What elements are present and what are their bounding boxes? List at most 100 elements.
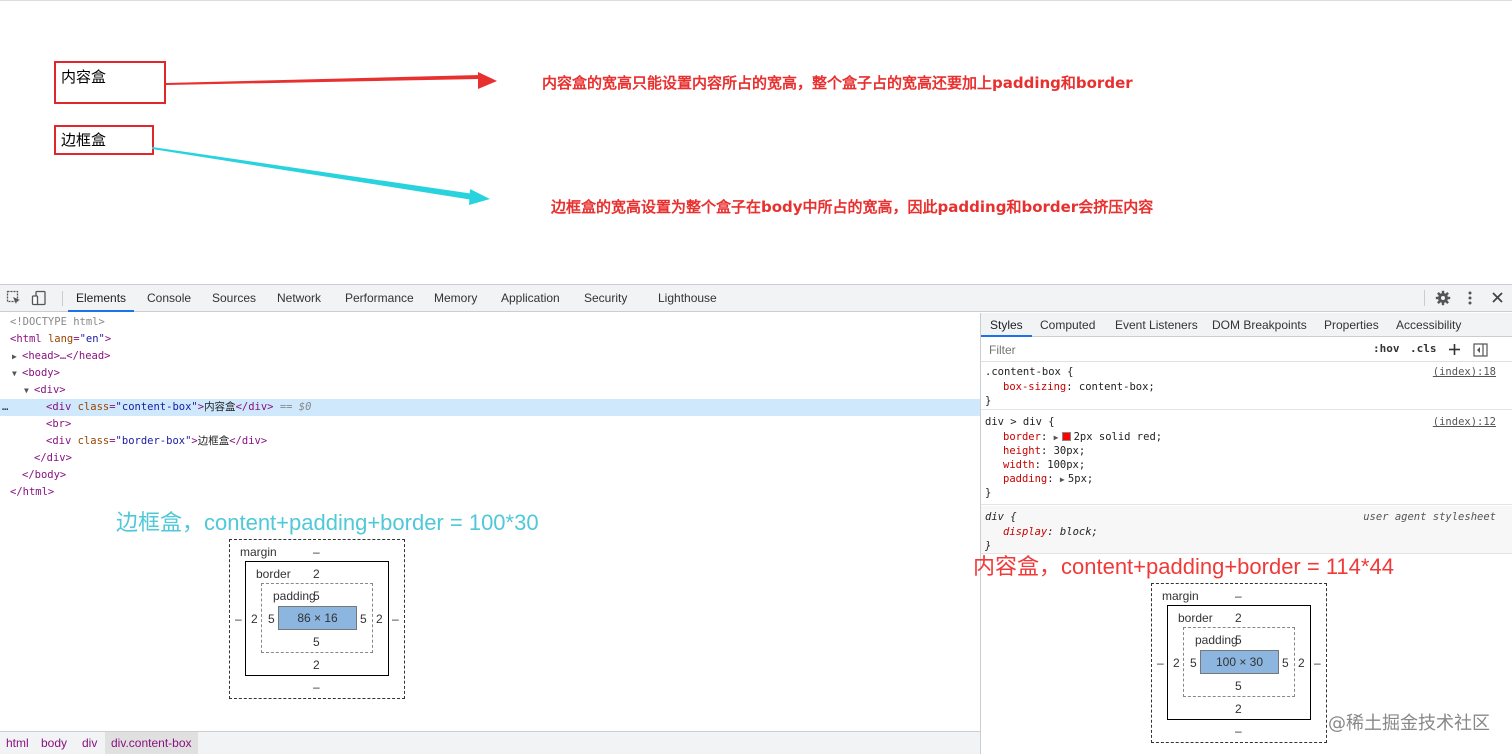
dom-doctype[interactable]: <!DOCTYPE html> (0, 314, 980, 331)
hov-toggle[interactable]: :hov (1373, 342, 1400, 355)
sel-div-open: <div (46, 401, 78, 413)
rule2-decl-height[interactable]: height: 30px; (1003, 444, 1085, 458)
styles-filter-row: :hov .cls (981, 338, 1512, 362)
dom-br[interactable]: <br> (0, 416, 980, 433)
rule2-prop-width: width (1003, 459, 1035, 471)
dom-html-open[interactable]: <html lang="en"> (0, 331, 980, 348)
subtab-event-listeners[interactable]: Event Listeners (1106, 313, 1207, 337)
more-options-icon[interactable] (1464, 290, 1476, 306)
bm-left-margin-top: – (313, 545, 320, 559)
bm-left-padding-right: 5 (360, 612, 367, 626)
tab-console[interactable]: Console (139, 285, 199, 312)
style-rule-content-box: .content-box { (index):18 box-sizing: co… (981, 363, 1512, 410)
expand-border-icon[interactable]: ▶ (1054, 431, 1062, 445)
subtab-dom-breakpoints[interactable]: DOM Breakpoints (1203, 313, 1316, 337)
tab-network[interactable]: Network (269, 285, 329, 312)
bm-left-border-bottom: 2 (313, 658, 320, 672)
rule1-source-link[interactable]: (index):18 (1433, 365, 1496, 379)
rule2-val-padding: 5px; (1067, 473, 1094, 485)
collapse-div-icon[interactable]: ▼ (24, 382, 34, 399)
rule1-decl[interactable]: box-sizing: content-box; (1003, 380, 1155, 394)
breadcrumb-html[interactable]: html (0, 732, 35, 754)
devtools-panel: Elements Console Sources Network Perform… (0, 284, 1512, 754)
rule3-selector: div { (985, 511, 1017, 523)
rule2-prop-padding: padding (1003, 473, 1048, 485)
rule2-decl-width[interactable]: width: 100px; (1003, 458, 1085, 472)
body-tag: <body> (22, 367, 60, 379)
bm-right-margin-bottom: – (1235, 724, 1242, 738)
expand-padding-icon[interactable]: ▶ (1060, 473, 1068, 487)
box-model-content-box: margin – – – – border 2 2 2 2 padding 5 … (1151, 583, 1327, 743)
dom-div-open[interactable]: ▼ <div> (0, 382, 980, 399)
dom-body-close[interactable]: </body> (0, 467, 980, 484)
styles-filter-input[interactable] (985, 341, 1361, 359)
dom-head[interactable]: ▶ <head>…</head> (0, 348, 980, 365)
bm-right-border-label: border (1178, 611, 1213, 625)
color-swatch-red[interactable] (1061, 432, 1071, 441)
bm-right-padding-left: 5 (1190, 656, 1197, 670)
rule3-prop: display (1003, 526, 1048, 538)
bm-left-padding-label: padding (273, 589, 316, 603)
rule1-prop: box-sizing (1003, 381, 1067, 393)
rule2-val-height: 30px; (1053, 445, 1086, 457)
breadcrumb-div[interactable]: div (76, 732, 103, 754)
breadcrumb-body[interactable]: body (35, 732, 73, 754)
inspect-element-icon[interactable] (6, 290, 22, 306)
tab-elements[interactable]: Elements (68, 285, 135, 312)
border-box-note: 边框盒的宽高设置为整个盒子在body中所占的宽高，因此padding和borde… (551, 198, 1154, 216)
tab-memory[interactable]: Memory (426, 285, 485, 312)
settings-gear-icon[interactable] (1435, 290, 1451, 306)
tab-performance[interactable]: Performance (337, 285, 422, 312)
red-arrow (166, 72, 497, 89)
bm-right-margin-top: – (1235, 589, 1242, 603)
bm-left-padding-bottom: 5 (313, 635, 320, 649)
bm-left-padding-left: 5 (268, 612, 275, 626)
selected-row-ellipsis: … (2, 401, 9, 413)
rule2-val-width: 100px; (1047, 459, 1086, 471)
dom-content-box-selected[interactable]: … <div class="content-box">内容盒</div> == $… (0, 399, 980, 416)
sel-div-close: </div> (235, 401, 274, 413)
bm-left-border-left: 2 (251, 612, 258, 626)
rule2-decl-padding[interactable]: padding: ▶ 5px; (1003, 472, 1093, 486)
bm-right-padding-top: 5 (1235, 633, 1242, 647)
subtab-computed[interactable]: Computed (1031, 313, 1104, 337)
dom-html-close[interactable]: </html> (0, 484, 980, 501)
subtab-styles[interactable]: Styles (981, 313, 1032, 337)
cls-toggle[interactable]: .cls (1410, 342, 1437, 355)
bb-class-attr: class (77, 435, 110, 447)
device-toolbar-icon[interactable] (31, 290, 47, 306)
rule2-selector[interactable]: div > div { (985, 415, 1055, 429)
selected-marker: == $0 (273, 401, 312, 413)
rule1-selector[interactable]: .content-box { (985, 365, 1074, 379)
bb-div-close: </div> (229, 435, 268, 447)
tab-application[interactable]: Application (493, 285, 568, 312)
subtab-properties[interactable]: Properties (1315, 313, 1388, 337)
dom-border-box[interactable]: <div class="border-box">边框盒</div> (0, 433, 980, 450)
style-rule-user-agent: div { user agent stylesheet display: blo… (981, 506, 1512, 554)
bm-right-border-left: 2 (1173, 656, 1180, 670)
bm-right-border-right: 2 (1298, 656, 1305, 670)
bb-class-value: "border-box" (115, 435, 192, 447)
rule2-prop-border: border (1003, 431, 1041, 443)
tab-lighthouse[interactable]: Lighthouse (650, 285, 725, 312)
page-viewport: 内容盒 边框盒 内容盒的宽高只能设置内容所占的宽高，整个盒子占的宽高还要加上pa… (0, 0, 1512, 284)
breadcrumb-div-content-box[interactable]: div.content-box (105, 732, 198, 754)
toolbar-separator (62, 291, 63, 306)
collapse-body-icon[interactable]: ▼ (12, 365, 22, 382)
styles-pane: Styles Computed Event Listeners DOM Brea… (973, 313, 1512, 754)
close-devtools-icon[interactable] (1491, 291, 1504, 304)
rule2-source-link[interactable]: (index):12 (1433, 415, 1496, 429)
bm-right-margin-label: margin (1162, 589, 1199, 603)
watermark: @稀土掘金技术社区 (1328, 713, 1490, 734)
tab-security[interactable]: Security (576, 285, 635, 312)
subtab-accessibility[interactable]: Accessibility (1387, 313, 1470, 337)
bm-left-margin-bottom: – (313, 680, 320, 694)
rule1-close: } (985, 395, 992, 407)
tab-sources[interactable]: Sources (204, 285, 264, 312)
dom-div-close[interactable]: </div> (0, 450, 980, 467)
rule2-decl-border[interactable]: border: ▶ 2px solid red; (1003, 430, 1162, 444)
new-style-rule-icon[interactable] (1448, 343, 1461, 356)
expand-head-icon[interactable]: ▶ (12, 348, 22, 365)
dom-body-open[interactable]: ▼ <body> (0, 365, 980, 382)
toggle-sidebar-icon[interactable] (1473, 343, 1488, 357)
